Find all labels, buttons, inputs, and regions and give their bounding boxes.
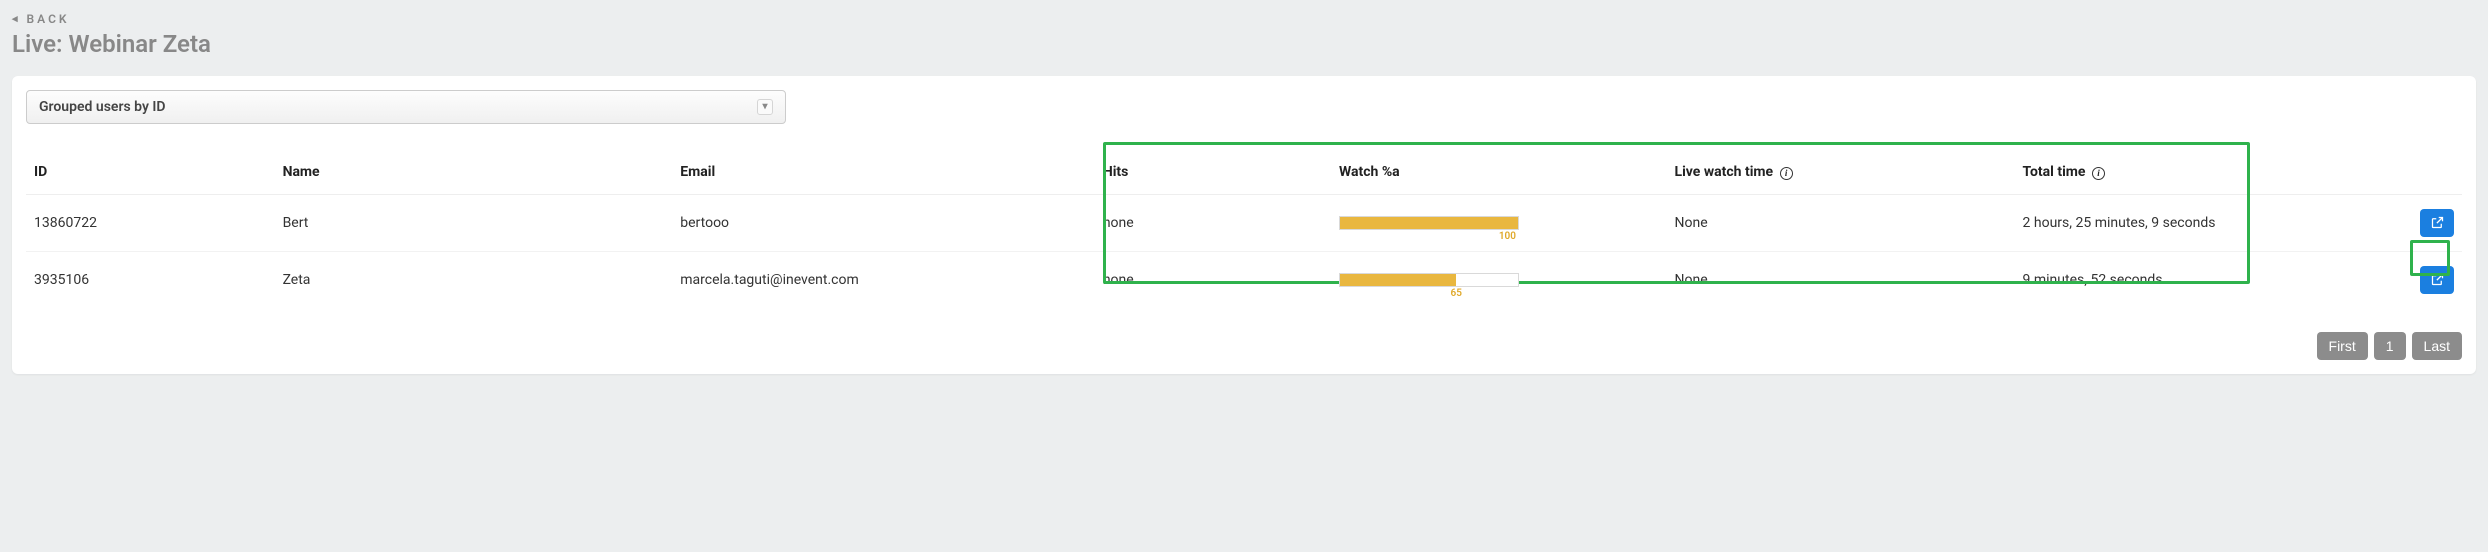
progress-fill: [1340, 217, 1518, 229]
external-link-icon: [2430, 215, 2445, 230]
users-table: ID Name Email Hits Watch %a Live watch t…: [26, 150, 2462, 308]
cell-email: bertooo: [672, 194, 1095, 251]
cell-total: 2 hours, 25 minutes, 9 seconds: [2015, 194, 2363, 251]
th-total: Total time i: [2015, 150, 2363, 195]
back-label: BACK: [27, 12, 70, 26]
th-email: Email: [672, 150, 1095, 195]
cell-name: Bert: [275, 194, 673, 251]
progress-bar: 100: [1339, 216, 1519, 230]
info-icon[interactable]: i: [2092, 167, 2105, 180]
chevron-left-icon: ◂: [12, 12, 21, 25]
th-hits: Hits: [1095, 150, 1331, 195]
chevron-down-icon: ▾: [757, 99, 773, 115]
progress-fill: [1340, 274, 1456, 286]
progress-value: 100: [1499, 231, 1516, 242]
cell-hits: none: [1095, 194, 1331, 251]
open-button[interactable]: [2420, 266, 2454, 294]
th-watch: Watch %a: [1331, 150, 1667, 195]
th-name: Name: [275, 150, 673, 195]
th-id: ID: [26, 150, 275, 195]
table-row: 13860722 Bert bertooo none 100 None 2 ho…: [26, 194, 2462, 251]
pager-page-1[interactable]: 1: [2374, 332, 2406, 360]
pager-first[interactable]: First: [2317, 332, 2368, 360]
group-by-dropdown[interactable]: Grouped users by ID ▾: [26, 90, 786, 124]
back-link[interactable]: ◂ BACK: [12, 12, 70, 26]
th-action: [2363, 150, 2462, 195]
cell-hits: none: [1095, 251, 1331, 308]
cell-name: Zeta: [275, 251, 673, 308]
progress-value: 65: [1451, 288, 1462, 299]
progress-bar: 65: [1339, 273, 1519, 287]
cell-watch: 65: [1331, 251, 1667, 308]
cell-id: 3935106: [26, 251, 275, 308]
cell-total: 9 minutes, 52 seconds: [2015, 251, 2363, 308]
pagination: First 1 Last: [26, 332, 2462, 360]
cell-watch: 100: [1331, 194, 1667, 251]
open-button[interactable]: [2420, 209, 2454, 237]
info-icon[interactable]: i: [1780, 167, 1793, 180]
dropdown-selected: Grouped users by ID: [39, 99, 166, 115]
page-title: Live: Webinar Zeta: [12, 30, 2476, 58]
cell-email: marcela.taguti@inevent.com: [672, 251, 1095, 308]
cell-id: 13860722: [26, 194, 275, 251]
pager-last[interactable]: Last: [2412, 332, 2462, 360]
th-live: Live watch time i: [1667, 150, 2015, 195]
cell-live: None: [1667, 251, 2015, 308]
table-row: 3935106 Zeta marcela.taguti@inevent.com …: [26, 251, 2462, 308]
cell-live: None: [1667, 194, 2015, 251]
external-link-icon: [2430, 272, 2445, 287]
report-card: Grouped users by ID ▾ ID Name Email Hits…: [12, 76, 2476, 374]
